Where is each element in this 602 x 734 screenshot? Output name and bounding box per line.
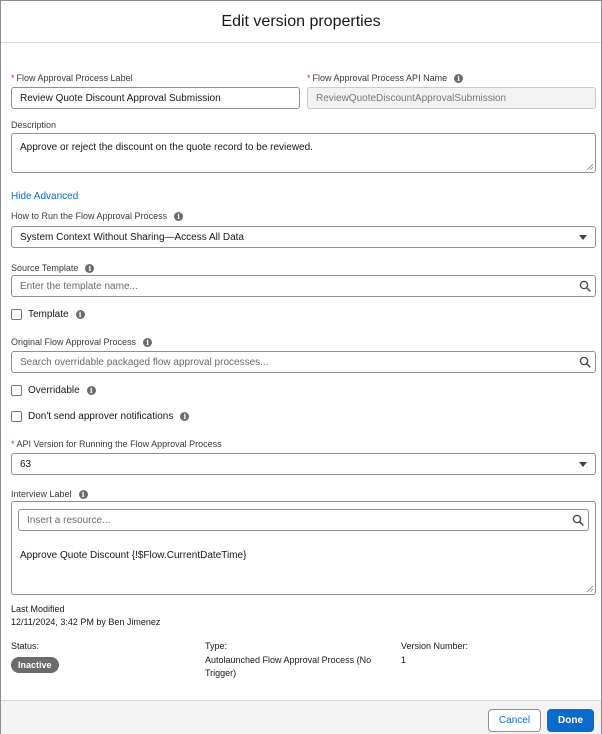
- how-to-run-value: System Context Without Sharing—Access Al…: [20, 231, 244, 243]
- description-textarea[interactable]: Approve or reject the discount on the qu…: [11, 133, 596, 173]
- source-template-label-text: Source Template: [11, 263, 79, 273]
- dialog-header: Edit version properties: [1, 1, 601, 43]
- api-version-label: * API Version for Running the Flow Appro…: [11, 439, 222, 449]
- status-badge: Inactive: [11, 655, 59, 673]
- required-marker: *: [11, 439, 15, 449]
- api-name-field-value: ReviewQuoteDiscountApprovalSubmission: [316, 92, 507, 104]
- no-notifications-checkbox-label: Don't send approver notifications: [28, 411, 174, 422]
- required-marker: *: [11, 73, 15, 83]
- required-marker: *: [307, 73, 311, 83]
- how-to-run-label: How to Run the Flow Approval Process i: [11, 211, 184, 221]
- status-label: Status:: [11, 641, 40, 651]
- info-icon[interactable]: i: [174, 211, 184, 221]
- resize-handle-icon[interactable]: [586, 585, 593, 592]
- hide-advanced-link[interactable]: Hide Advanced: [11, 191, 78, 202]
- no-notifications-checkbox[interactable]: [11, 411, 22, 422]
- info-icon[interactable]: i: [75, 310, 85, 319]
- info-icon[interactable]: i: [78, 489, 88, 499]
- api-name-field-input: ReviewQuoteDiscountApprovalSubmission: [307, 87, 596, 109]
- original-process-label-text: Original Flow Approval Process: [11, 337, 137, 347]
- overridable-checkbox-label: Overridable: [28, 385, 80, 396]
- cancel-button[interactable]: Cancel: [488, 709, 541, 732]
- overridable-checkbox-row: Overridable i: [11, 385, 96, 396]
- how-to-run-select[interactable]: System Context Without Sharing—Access Al…: [11, 226, 596, 248]
- type-label: Type:: [205, 641, 228, 651]
- interview-label-container: Insert a resource... Approve Quote Disco…: [11, 501, 596, 595]
- template-checkbox-row: Template i: [11, 309, 85, 320]
- api-name-field-label-text: Flow Approval Process API Name: [312, 73, 448, 83]
- search-icon: [579, 356, 591, 368]
- template-checkbox[interactable]: [11, 309, 22, 320]
- original-process-label: Original Flow Approval Process i: [11, 337, 153, 347]
- api-version-select[interactable]: 63: [11, 453, 596, 475]
- label-field-label: * Flow Approval Process Label: [11, 73, 133, 83]
- description-value: Approve or reject the discount on the qu…: [20, 142, 313, 153]
- label-field-label-text: Flow Approval Process Label: [16, 73, 133, 83]
- edit-version-dialog: Edit version properties * Flow Approval …: [0, 0, 602, 734]
- description-label: Description: [11, 120, 56, 130]
- source-template-input[interactable]: Enter the template name...: [11, 275, 596, 297]
- type-value-line2: Trigger): [205, 668, 237, 678]
- version-value: 1: [401, 655, 407, 665]
- chevron-down-icon: [579, 235, 587, 240]
- search-icon: [579, 280, 591, 292]
- original-process-placeholder: Search overridable packaged flow approva…: [20, 356, 269, 368]
- source-template-placeholder: Enter the template name...: [20, 280, 138, 292]
- label-field-input[interactable]: Review Quote Discount Approval Submissio…: [11, 87, 300, 109]
- chevron-down-icon: [579, 462, 587, 467]
- info-icon[interactable]: i: [180, 412, 190, 421]
- insert-resource-input[interactable]: Insert a resource...: [18, 509, 589, 531]
- done-button[interactable]: Done: [547, 709, 594, 732]
- info-icon[interactable]: i: [454, 73, 464, 83]
- interview-label-label-text: Interview Label: [11, 489, 72, 499]
- info-icon[interactable]: i: [143, 337, 153, 347]
- api-version-label-text: API Version for Running the Flow Approva…: [16, 439, 222, 449]
- interview-label-label: Interview Label i: [11, 489, 88, 499]
- no-notifications-checkbox-row: Don't send approver notifications i: [11, 411, 190, 422]
- search-icon: [572, 514, 584, 526]
- status-badge-text: Inactive: [11, 657, 59, 673]
- source-template-label: Source Template i: [11, 263, 95, 273]
- api-version-value: 63: [20, 458, 32, 470]
- version-label: Version Number:: [401, 641, 469, 651]
- resize-handle-icon[interactable]: [586, 163, 593, 170]
- template-checkbox-label: Template: [28, 309, 69, 320]
- info-icon[interactable]: i: [85, 263, 95, 273]
- insert-resource-placeholder: Insert a resource...: [27, 514, 111, 526]
- api-name-field-label: * Flow Approval Process API Name i: [307, 73, 464, 83]
- original-process-input[interactable]: Search overridable packaged flow approva…: [11, 351, 596, 373]
- description-label-text: Description: [11, 120, 57, 130]
- label-field-value: Review Quote Discount Approval Submissio…: [20, 92, 221, 104]
- info-icon[interactable]: i: [86, 386, 96, 395]
- type-value-line1: Autolaunched Flow Approval Process (No: [205, 655, 372, 665]
- dialog-title: Edit version properties: [221, 12, 381, 30]
- last-modified-label: Last Modified: [11, 604, 65, 614]
- overridable-checkbox[interactable]: [11, 385, 22, 396]
- dialog-footer: Cancel Done: [1, 700, 601, 734]
- interview-label-value[interactable]: Approve Quote Discount {!$Flow.CurrentDa…: [20, 550, 246, 561]
- last-modified-value: 12/11/2024, 3:42 PM by Ben Jimenez: [11, 617, 161, 627]
- how-to-run-label-text: How to Run the Flow Approval Process: [11, 211, 168, 221]
